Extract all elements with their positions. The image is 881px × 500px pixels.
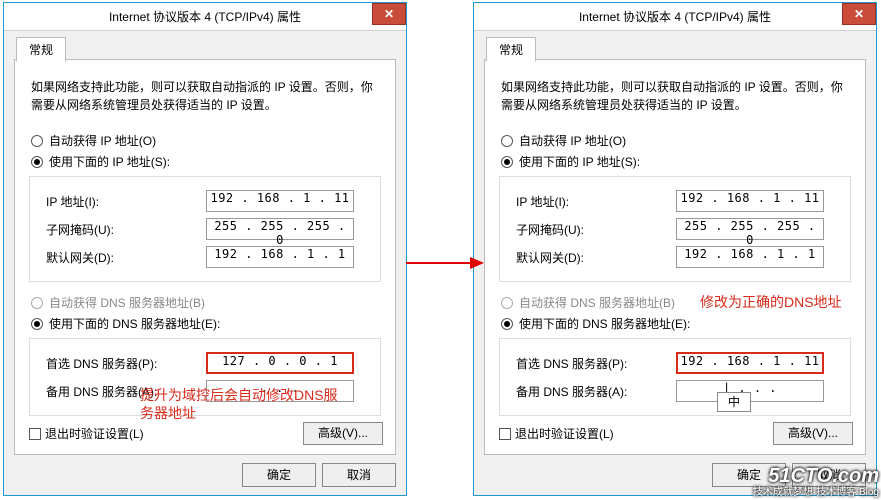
tcpip-dialog-left: Internet 协议版本 4 (TCP/IPv4) 属性 ✕ 常规 如果网络支…: [3, 2, 407, 496]
radio-label: 自动获得 IP 地址(O): [49, 132, 156, 149]
input-gateway[interactable]: 192 . 168 . 1 . 1: [206, 246, 354, 268]
input-ip[interactable]: 192 . 168 . 1 . 11: [206, 190, 354, 212]
label-gateway: 默认网关(D):: [516, 249, 676, 266]
radio-label: 自动获得 IP 地址(O): [519, 132, 626, 149]
label-ip: IP 地址(I):: [46, 193, 206, 210]
input-dns-primary[interactable]: 192 . 168 . 1 . 11: [676, 352, 824, 374]
label-ip: IP 地址(I):: [516, 193, 676, 210]
advanced-button[interactable]: 高级(V)...: [773, 422, 853, 445]
radio-icon: [501, 135, 513, 147]
label-dns-primary: 首选 DNS 服务器(P):: [516, 355, 676, 372]
radio-label: 自动获得 DNS 服务器地址(B): [49, 294, 205, 311]
label-mask: 子网掩码(U):: [516, 221, 676, 238]
tab-general[interactable]: 常规: [486, 37, 536, 62]
window-title: Internet 协议版本 4 (TCP/IPv4) 属性: [474, 3, 876, 31]
radio-icon: [31, 156, 43, 168]
ip-fields: IP 地址(I): 192 . 168 . 1 . 11 子网掩码(U): 25…: [29, 176, 381, 282]
radio-auto-dns: 自动获得 DNS 服务器地址(B): [31, 294, 381, 311]
ip-fields: IP 地址(I): 192 . 168 . 1 . 11 子网掩码(U): 25…: [499, 176, 851, 282]
radio-label: 使用下面的 DNS 服务器地址(E):: [519, 315, 690, 332]
label-dns-alt: 备用 DNS 服务器(A):: [516, 383, 676, 400]
radio-auto-ip[interactable]: 自动获得 IP 地址(O): [31, 132, 381, 149]
input-mask[interactable]: 255 . 255 . 255 . 0: [206, 218, 354, 240]
radio-icon: [501, 318, 513, 330]
close-icon[interactable]: ✕: [372, 3, 406, 25]
checkbox-icon: [29, 428, 41, 440]
radio-label: 使用下面的 DNS 服务器地址(E):: [49, 315, 220, 332]
checkbox-label: 退出时验证设置(L): [515, 425, 614, 442]
advanced-button[interactable]: 高级(V)...: [303, 422, 383, 445]
input-mask[interactable]: 255 . 255 . 255 . 0: [676, 218, 824, 240]
description-text: 如果网络支持此功能，则可以获取自动指派的 IP 设置。否则，你需要从网络系统管理…: [501, 78, 849, 114]
radio-label: 自动获得 DNS 服务器地址(B): [519, 294, 675, 311]
watermark-subtitle: 技术成就梦想·技术博客 Blog: [753, 487, 879, 498]
watermark: 51CTO.com 技术成就梦想·技术博客 Blog: [753, 465, 879, 498]
checkbox-label: 退出时验证设置(L): [45, 425, 144, 442]
watermark-title: 51CTO.com: [753, 465, 879, 487]
ok-button[interactable]: 确定: [242, 463, 316, 487]
input-gateway[interactable]: 192 . 168 . 1 . 1: [676, 246, 824, 268]
checkbox-validate-exit[interactable]: 退出时验证设置(L): [29, 425, 144, 442]
arrow-icon: [406, 256, 484, 270]
tab-panel: 如果网络支持此功能，则可以获取自动指派的 IP 设置。否则，你需要从网络系统管理…: [14, 59, 396, 455]
radio-icon: [31, 135, 43, 147]
radio-auto-ip[interactable]: 自动获得 IP 地址(O): [501, 132, 851, 149]
radio-icon: [501, 156, 513, 168]
radio-icon: [31, 318, 43, 330]
label-dns-primary: 首选 DNS 服务器(P):: [46, 355, 206, 372]
radio-label: 使用下面的 IP 地址(S):: [49, 153, 170, 170]
checkbox-icon: [499, 428, 511, 440]
tcpip-dialog-right: Internet 协议版本 4 (TCP/IPv4) 属性 ✕ 常规 如果网络支…: [473, 2, 877, 496]
input-dns-alt[interactable]: . . .: [206, 380, 354, 402]
checkbox-validate-exit[interactable]: 退出时验证设置(L): [499, 425, 614, 442]
dns-fields: 首选 DNS 服务器(P): 192 . 168 . 1 . 11 备用 DNS…: [499, 338, 851, 416]
titlebar[interactable]: Internet 协议版本 4 (TCP/IPv4) 属性 ✕: [4, 3, 406, 31]
radio-manual-ip[interactable]: 使用下面的 IP 地址(S):: [501, 153, 851, 170]
window-title: Internet 协议版本 4 (TCP/IPv4) 属性: [4, 3, 406, 31]
cancel-button[interactable]: 取消: [322, 463, 396, 487]
input-dns-primary[interactable]: 127 . 0 . 0 . 1: [206, 352, 354, 374]
radio-icon: [501, 297, 513, 309]
label-mask: 子网掩码(U):: [46, 221, 206, 238]
tab-panel: 如果网络支持此功能，则可以获取自动指派的 IP 设置。否则，你需要从网络系统管理…: [484, 59, 866, 455]
radio-label: 使用下面的 IP 地址(S):: [519, 153, 640, 170]
description-text: 如果网络支持此功能，则可以获取自动指派的 IP 设置。否则，你需要从网络系统管理…: [31, 78, 379, 114]
label-gateway: 默认网关(D):: [46, 249, 206, 266]
input-ip[interactable]: 192 . 168 . 1 . 11: [676, 190, 824, 212]
ime-indicator: 中: [717, 392, 751, 412]
radio-auto-dns: 自动获得 DNS 服务器地址(B): [501, 294, 851, 311]
radio-manual-dns[interactable]: 使用下面的 DNS 服务器地址(E):: [31, 315, 381, 332]
radio-manual-ip[interactable]: 使用下面的 IP 地址(S):: [31, 153, 381, 170]
radio-manual-dns[interactable]: 使用下面的 DNS 服务器地址(E):: [501, 315, 851, 332]
label-dns-alt: 备用 DNS 服务器(A):: [46, 383, 206, 400]
radio-icon: [31, 297, 43, 309]
titlebar[interactable]: Internet 协议版本 4 (TCP/IPv4) 属性 ✕: [474, 3, 876, 31]
dns-fields: 首选 DNS 服务器(P): 127 . 0 . 0 . 1 备用 DNS 服务…: [29, 338, 381, 416]
close-icon[interactable]: ✕: [842, 3, 876, 25]
tab-general[interactable]: 常规: [16, 37, 66, 62]
